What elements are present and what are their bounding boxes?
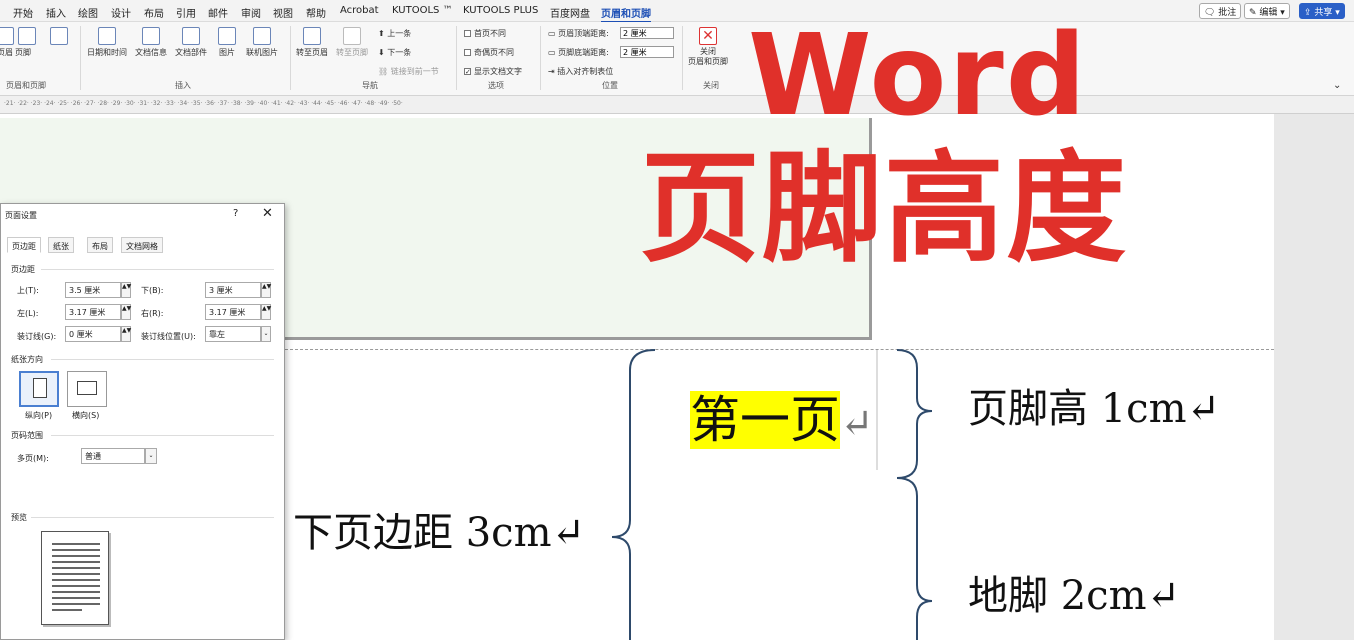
gutter-input[interactable]: 0 厘米 xyxy=(65,326,121,342)
preview-section-label: 预览 xyxy=(11,513,27,522)
section-divider xyxy=(41,269,274,270)
bottom-margin-text[interactable]: 下页边距 3cm↵ xyxy=(293,513,585,553)
right-margin-label: 右(R): xyxy=(141,309,164,318)
top-margin-label: 上(T): xyxy=(17,286,39,295)
portrait-label: 纵向(P) xyxy=(25,411,53,420)
right-margin-spinner[interactable]: ▲▼ xyxy=(261,304,271,320)
chevron-down-icon[interactable]: ⌄ xyxy=(261,326,271,342)
tab-paper[interactable]: 纸张 xyxy=(48,237,74,253)
help-icon[interactable]: ? xyxy=(233,208,238,219)
top-margin-input[interactable]: 3.5 厘米 xyxy=(65,282,121,298)
right-brace-lower xyxy=(896,477,933,640)
landscape-page-icon xyxy=(77,381,97,395)
gutter-label: 装订线(G): xyxy=(17,332,57,341)
left-margin-spinner[interactable]: ▲▼ xyxy=(121,304,131,320)
tab-margins[interactable]: 页边距 xyxy=(7,237,41,253)
section-divider xyxy=(51,435,274,436)
tab-doc-grid[interactable]: 文档网格 xyxy=(121,237,163,253)
first-page-highlight: 第一页 xyxy=(690,391,840,449)
landscape-option[interactable] xyxy=(67,371,107,407)
preview-lines-icon xyxy=(52,543,100,611)
multiple-pages-select[interactable]: 普通 xyxy=(81,448,145,464)
close-icon[interactable]: ✕ xyxy=(262,206,273,221)
footer-distance-text[interactable]: 地脚 2cm↵ xyxy=(968,576,1180,616)
left-margin-label: 左(L): xyxy=(17,309,39,318)
gutter-position-label: 装订线位置(U): xyxy=(141,332,196,341)
orientation-section-label: 纸张方向 xyxy=(11,355,43,364)
first-page-text[interactable]: 第一页↵ xyxy=(690,391,874,449)
dialog-title: 页面设置 xyxy=(5,211,37,220)
bottom-margin-spinner[interactable]: ▲▼ xyxy=(261,282,271,298)
landscape-label: 横向(S) xyxy=(72,411,100,420)
margins-section-label: 页边距 xyxy=(11,265,35,274)
right-margin-input[interactable]: 3.17 厘米 xyxy=(205,304,261,320)
tab-layout[interactable]: 布局 xyxy=(87,237,113,253)
return-mark: ↵ xyxy=(840,401,874,447)
right-brace-upper xyxy=(896,349,933,479)
bottom-margin-label: 下(B): xyxy=(141,286,164,295)
gutter-spinner[interactable]: ▲▼ xyxy=(121,326,131,342)
footer-height-text[interactable]: 页脚高 1cm↵ xyxy=(968,389,1220,429)
pages-section-label: 页码范围 xyxy=(11,431,43,440)
chevron-down-icon[interactable]: ⌄ xyxy=(145,448,157,464)
left-margin-input[interactable]: 3.17 厘米 xyxy=(65,304,121,320)
section-divider xyxy=(51,359,274,360)
gutter-position-select[interactable]: 靠左 xyxy=(205,326,261,342)
top-margin-spinner[interactable]: ▲▼ xyxy=(121,282,131,298)
portrait-option[interactable] xyxy=(19,371,59,407)
preview-page xyxy=(41,531,109,625)
left-brace xyxy=(611,349,656,640)
bottom-margin-input[interactable]: 3 厘米 xyxy=(205,282,261,298)
section-divider xyxy=(31,517,274,518)
page-setup-dialog: 页面设置 ? ✕ 页边距 纸张 布局 文档网格 页边距 上(T): 3.5 厘米… xyxy=(0,203,285,640)
multiple-pages-label: 多页(M): xyxy=(17,454,49,463)
portrait-page-icon xyxy=(33,378,47,398)
